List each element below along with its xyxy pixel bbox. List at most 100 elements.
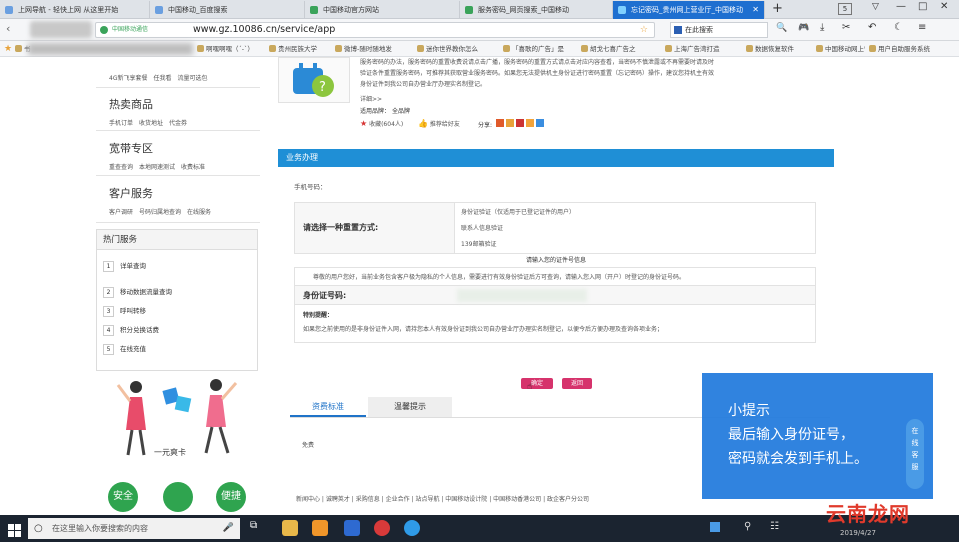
bookmark-item[interactable]: 贵州民族大学 bbox=[268, 41, 317, 57]
reset-option-contact[interactable]: 联系人信息验证 bbox=[461, 223, 503, 232]
hot-service-item[interactable]: 3 呼叫转移 bbox=[103, 305, 146, 317]
close-tab-icon[interactable]: ✕ bbox=[752, 1, 759, 19]
search-engine-box[interactable]: 在此搜索 bbox=[670, 22, 768, 38]
tip-line-2: 密码就会发到手机上。 bbox=[728, 451, 868, 467]
calendar-help-icon: ? bbox=[293, 63, 334, 97]
sidebar-link[interactable]: 在线服务 bbox=[187, 209, 211, 216]
windows-start-icon[interactable] bbox=[8, 522, 21, 537]
footer-link[interactable]: 政企客户分公司 bbox=[547, 496, 589, 503]
bookmark-item[interactable]: 上海广告湾打造 bbox=[664, 41, 720, 57]
tray-app-icon[interactable] bbox=[710, 522, 720, 532]
sidebar-link[interactable]: 客户调研 bbox=[109, 209, 133, 216]
browser-app-icon[interactable] bbox=[312, 520, 328, 536]
more-menu-icon[interactable]: ≡ bbox=[918, 22, 926, 33]
sidebar-link[interactable]: 4G新飞享套餐 bbox=[109, 75, 147, 82]
bookmark-star-icon[interactable]: ☆ bbox=[640, 23, 648, 37]
game-icon[interactable]: 🎮 bbox=[798, 23, 809, 33]
favorites-star-icon[interactable]: ★ bbox=[4, 41, 12, 57]
search-icon[interactable]: 🔍 bbox=[776, 23, 787, 33]
footer-link[interactable]: 诚聘英才 bbox=[326, 496, 350, 503]
sidebar-link[interactable]: 手机订单 bbox=[109, 120, 133, 127]
confirm-button[interactable]: 确定 bbox=[521, 378, 553, 389]
video-app-icon[interactable] bbox=[344, 520, 360, 536]
security-banner[interactable]: 安全 便捷 bbox=[108, 482, 256, 515]
scissors-icon[interactable]: ✂ bbox=[842, 22, 850, 33]
minimize-icon[interactable]: — bbox=[896, 1, 906, 12]
undo-icon[interactable]: ↶ bbox=[868, 22, 876, 33]
sidebar-link[interactable]: 重查查询 bbox=[109, 164, 133, 171]
footer-link[interactable]: 中国移动香港公司 bbox=[493, 496, 541, 503]
microphone-icon[interactable]: 🎤 bbox=[223, 518, 234, 539]
file-explorer-icon[interactable] bbox=[282, 520, 298, 536]
share-qq-icon[interactable] bbox=[535, 119, 544, 127]
share-weibo-icon[interactable] bbox=[495, 119, 504, 127]
task-view-icon[interactable]: ⧉ bbox=[250, 520, 266, 536]
hot-service-item[interactable]: 4 积分兑换话费 bbox=[103, 324, 159, 336]
tab-count-badge[interactable]: 5 bbox=[838, 3, 852, 15]
maximize-icon[interactable]: □ bbox=[918, 1, 927, 12]
sidebar-link[interactable]: 流量可选包 bbox=[177, 75, 207, 82]
footer-link[interactable]: 新闻中心 bbox=[296, 496, 320, 503]
promo-banner[interactable]: 一元爽卡 bbox=[106, 375, 256, 475]
sidebar-link[interactable]: 收费标准 bbox=[181, 164, 205, 171]
footer-link[interactable]: 企业合作 bbox=[386, 496, 410, 503]
sidebar-link[interactable]: 号码归属地查询 bbox=[139, 209, 181, 216]
bookmark-item[interactable]: 啊嘿啊嘿（´-`） bbox=[196, 41, 254, 57]
bookmark-item[interactable]: 数据恢复软件 bbox=[745, 41, 794, 57]
bookmark-item[interactable]: 微博-随时随地发 bbox=[334, 41, 392, 57]
tip-title: 小提示 bbox=[728, 403, 770, 419]
browser-tab[interactable]: 中国移动_百度搜索 bbox=[150, 1, 305, 19]
tab-fee-standard[interactable]: 资费标准 bbox=[290, 397, 366, 417]
back-button[interactable]: 返回 bbox=[562, 378, 592, 389]
address-bar[interactable]: 中国移动通信 www.gz.10086.cn/service/app ☆ bbox=[95, 22, 655, 38]
browser-tab-active[interactable]: 忘记密码_贵州网上营业厅_中国移动 ✕ bbox=[613, 1, 765, 19]
recommend-button[interactable]: 👍 推荐给好友 bbox=[418, 119, 460, 128]
bookmark-item[interactable]: 胡戈七喜广告之 bbox=[580, 41, 636, 57]
tab-favicon-icon bbox=[618, 6, 626, 14]
menu-icon[interactable]: ▽ bbox=[872, 2, 879, 12]
bookmark-item[interactable]: 「喜歌的广告」是 bbox=[502, 41, 564, 57]
people-icon[interactable]: ⚲ bbox=[744, 521, 751, 532]
sidebar-link[interactable]: 代金券 bbox=[169, 120, 187, 127]
sidebar-link[interactable]: 收货地址 bbox=[139, 120, 163, 127]
new-tab-button[interactable]: + bbox=[772, 0, 783, 18]
hot-service-item[interactable]: 1 详单查询 bbox=[103, 260, 146, 272]
taskbar-search-box[interactable]: ○ 在这里输入你要搜索的内容 🎤 bbox=[28, 518, 240, 539]
footer-link[interactable]: 站点导航 bbox=[415, 496, 439, 503]
browser-tab[interactable]: 上网导航 - 轻快上网 从这里开始 bbox=[0, 1, 150, 19]
id-number-input[interactable] bbox=[457, 289, 587, 302]
back-icon[interactable]: ‹ bbox=[6, 22, 10, 35]
sidebar-link[interactable]: 本地网速测试 bbox=[139, 164, 175, 171]
reset-method-label: 请选择一种重置方式: bbox=[295, 203, 455, 253]
footer-link[interactable]: 中国移动设计院 bbox=[445, 496, 487, 503]
detail-link[interactable]: 详细>> bbox=[360, 94, 382, 103]
thumbs-up-icon: 👍 bbox=[418, 119, 428, 128]
bookmark-item[interactable]: 用户自助服务系统 bbox=[868, 41, 930, 57]
item-label: 积分兑换话费 bbox=[120, 326, 159, 334]
share-renren-icon[interactable] bbox=[515, 119, 524, 127]
edge-browser-icon[interactable] bbox=[404, 520, 420, 536]
bookmark-item[interactable]: 中国移动网上营业 bbox=[815, 41, 865, 57]
hot-service-item[interactable]: 2 移动数据流量查询 bbox=[103, 286, 172, 298]
reset-option-id-card[interactable]: 身份证验证（仅适用于已登记证件的用户） bbox=[461, 207, 575, 216]
share-row: 分享: bbox=[478, 119, 544, 129]
record-app-icon[interactable] bbox=[374, 520, 390, 536]
close-window-icon[interactable]: ✕ bbox=[940, 1, 948, 12]
url-text[interactable]: www.gz.10086.cn/service/app bbox=[193, 23, 335, 37]
tab-tips[interactable]: 温馨提示 bbox=[368, 397, 452, 417]
night-mode-icon[interactable]: ☾ bbox=[894, 22, 903, 33]
network-icon[interactable]: ☷ bbox=[770, 521, 779, 532]
download-icon[interactable]: ⤓ bbox=[820, 22, 824, 33]
sidebar-link[interactable]: 任我看 bbox=[153, 75, 171, 82]
hot-service-item[interactable]: 5 在线充值 bbox=[103, 343, 146, 355]
share-douban-icon[interactable] bbox=[525, 119, 534, 127]
bookmark-item[interactable]: 迷你世界教你怎么 bbox=[416, 41, 478, 57]
share-qzone-icon[interactable] bbox=[505, 119, 514, 127]
footer-link[interactable]: 采购信息 bbox=[356, 496, 380, 503]
online-service-float[interactable]: 在 线 客 服 bbox=[906, 419, 924, 489]
favorite-button[interactable]: ★ 收藏(604人) bbox=[360, 119, 403, 128]
reset-option-mail139[interactable]: 139邮箱验证 bbox=[461, 239, 496, 248]
browser-tab[interactable]: 服务密码_网页搜索_中国移动 bbox=[460, 1, 613, 19]
service-description-1: 服务密码的办法，服务密码的重置收费说请点击广播，服务密码的重置方式请点击对应内容… bbox=[360, 59, 715, 66]
browser-tab[interactable]: 中国移动官方网站 bbox=[305, 1, 460, 19]
